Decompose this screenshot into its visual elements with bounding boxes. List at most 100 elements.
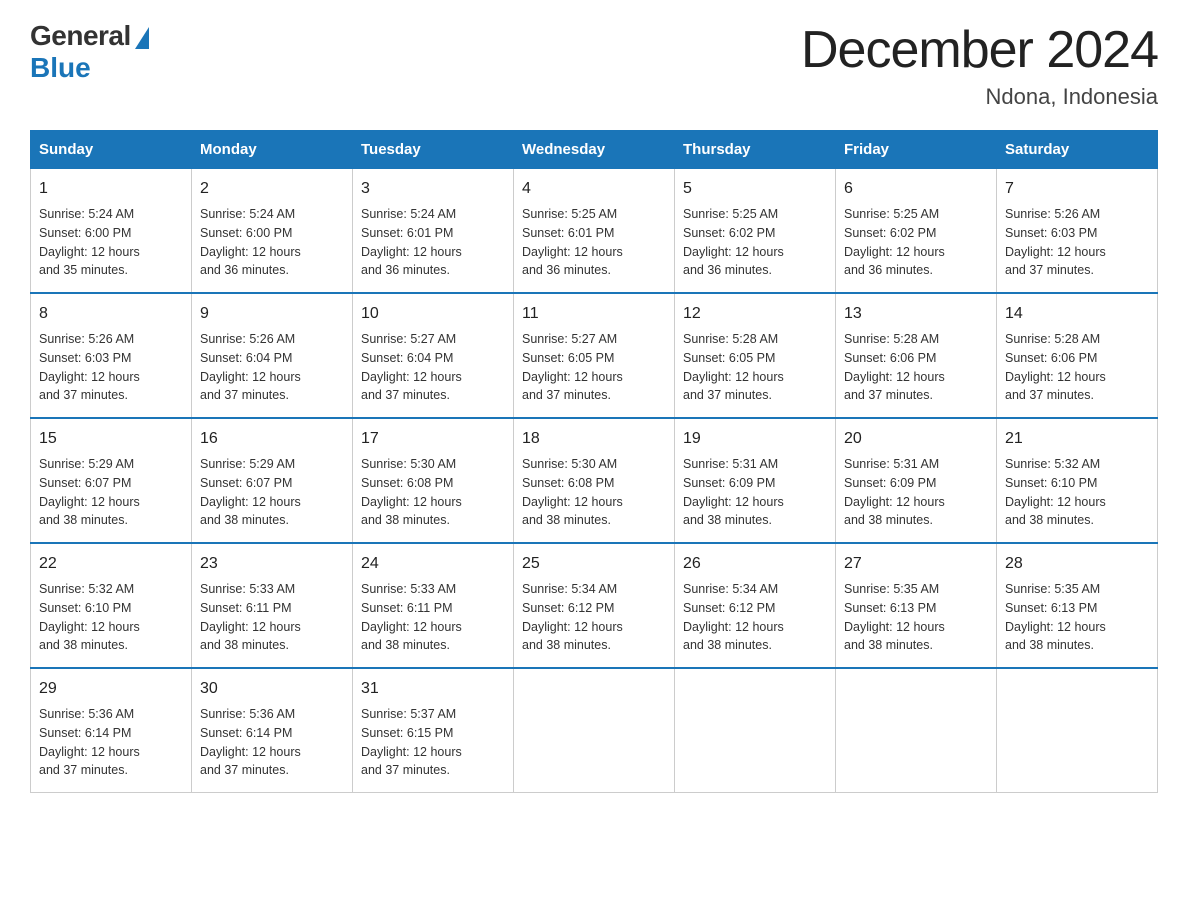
weekday-header-row: SundayMondayTuesdayWednesdayThursdayFrid… (31, 131, 1158, 169)
calendar-cell (836, 668, 997, 793)
calendar-cell: 23Sunrise: 5:33 AMSunset: 6:11 PMDayligh… (192, 543, 353, 668)
day-info: Sunrise: 5:29 AMSunset: 6:07 PMDaylight:… (200, 455, 344, 530)
day-number: 8 (39, 302, 183, 326)
day-number: 27 (844, 552, 988, 576)
calendar-cell: 28 Sunrise: 5:35 AMSunset: 6:13 PMDayligh… (997, 543, 1158, 668)
calendar-cell: 7Sunrise: 5:26 AMSunset: 6:03 PMDaylight… (997, 169, 1158, 294)
day-info: Sunrise: 5:36 AMSunset: 6:14 PMDaylight:… (39, 705, 183, 780)
day-number: 20 (844, 427, 988, 451)
calendar-cell: 31 Sunrise: 5:37 AMSunset: 6:15 PMDayligh… (353, 668, 514, 793)
calendar-cell: 14 Sunrise: 5:28 AMSunset: 6:06 PMDayligh… (997, 293, 1158, 418)
day-info: Sunrise: 5:34 AMSunset: 6:12 PMDaylight:… (522, 580, 666, 655)
calendar-cell: 30Sunrise: 5:36 AMSunset: 6:14 PMDayligh… (192, 668, 353, 793)
day-number: 3 (361, 177, 505, 201)
day-info: Sunrise: 5:26 AMSunset: 6:03 PMDaylight:… (1005, 205, 1149, 280)
day-number: 15 (39, 427, 183, 451)
day-number: 5 (683, 177, 827, 201)
logo-blue-text: Blue (30, 52, 91, 84)
calendar-location: Ndona, Indonesia (801, 84, 1158, 110)
day-number: 11 (522, 302, 666, 326)
day-info: Sunrise: 5:27 AMSunset: 6:04 PMDaylight:… (361, 330, 505, 405)
calendar-cell: 10 Sunrise: 5:27 AMSunset: 6:04 PMDayligh… (353, 293, 514, 418)
day-info: Sunrise: 5:24 AMSunset: 6:00 PMDaylight:… (200, 205, 344, 280)
weekday-header-wednesday: Wednesday (514, 131, 675, 169)
calendar-row-1: 1 Sunrise: 5:24 AMSunset: 6:00 PMDaylight… (31, 169, 1158, 294)
day-number: 28 (1005, 552, 1149, 576)
day-number: 24 (361, 552, 505, 576)
calendar-cell: 6 Sunrise: 5:25 AMSunset: 6:02 PMDaylight… (836, 169, 997, 294)
calendar-cell: 27 Sunrise: 5:35 AMSunset: 6:13 PMDayligh… (836, 543, 997, 668)
day-number: 16 (200, 427, 344, 451)
day-info: Sunrise: 5:29 AMSunset: 6:07 PMDaylight:… (39, 455, 183, 530)
calendar-cell: 4Sunrise: 5:25 AMSunset: 6:01 PMDaylight… (514, 169, 675, 294)
day-info: Sunrise: 5:25 AMSunset: 6:02 PMDaylight:… (844, 205, 988, 280)
logo-triangle-icon (135, 27, 149, 49)
day-number: 2 (200, 177, 344, 201)
day-info: Sunrise: 5:24 AMSunset: 6:01 PMDaylight:… (361, 205, 505, 280)
calendar-cell: 19Sunrise: 5:31 AMSunset: 6:09 PMDayligh… (675, 418, 836, 543)
day-info: Sunrise: 5:27 AMSunset: 6:05 PMDaylight:… (522, 330, 666, 405)
day-info: Sunrise: 5:28 AMSunset: 6:06 PMDaylight:… (844, 330, 988, 405)
page-header: General Blue December 2024 Ndona, Indone… (30, 20, 1158, 110)
day-info: Sunrise: 5:32 AMSunset: 6:10 PMDaylight:… (39, 580, 183, 655)
calendar-cell: 11 Sunrise: 5:27 AMSunset: 6:05 PMDayligh… (514, 293, 675, 418)
day-number: 31 (361, 677, 505, 701)
day-info: Sunrise: 5:32 AMSunset: 6:10 PMDaylight:… (1005, 455, 1149, 530)
day-info: Sunrise: 5:35 AMSunset: 6:13 PMDaylight:… (844, 580, 988, 655)
day-number: 10 (361, 302, 505, 326)
day-info: Sunrise: 5:25 AMSunset: 6:01 PMDaylight:… (522, 205, 666, 280)
day-number: 19 (683, 427, 827, 451)
day-number: 21 (1005, 427, 1149, 451)
day-info: Sunrise: 5:37 AMSunset: 6:15 PMDaylight:… (361, 705, 505, 780)
calendar-cell: 8 Sunrise: 5:26 AMSunset: 6:03 PMDaylight… (31, 293, 192, 418)
logo-top: General (30, 20, 151, 52)
day-info: Sunrise: 5:30 AMSunset: 6:08 PMDaylight:… (361, 455, 505, 530)
day-number: 26 (683, 552, 827, 576)
day-number: 18 (522, 427, 666, 451)
title-block: December 2024 Ndona, Indonesia (801, 20, 1158, 110)
day-number: 22 (39, 552, 183, 576)
calendar-cell: 5 Sunrise: 5:25 AMSunset: 6:02 PMDaylight… (675, 169, 836, 294)
calendar-row-3: 15 Sunrise: 5:29 AMSunset: 6:07 PMDayligh… (31, 418, 1158, 543)
calendar-cell: 16 Sunrise: 5:29 AMSunset: 6:07 PMDayligh… (192, 418, 353, 543)
day-info: Sunrise: 5:36 AMSunset: 6:14 PMDaylight:… (200, 705, 344, 780)
day-info: Sunrise: 5:26 AMSunset: 6:03 PMDaylight:… (39, 330, 183, 405)
weekday-header-monday: Monday (192, 131, 353, 169)
calendar-cell (514, 668, 675, 793)
day-number: 6 (844, 177, 988, 201)
calendar-row-2: 8 Sunrise: 5:26 AMSunset: 6:03 PMDaylight… (31, 293, 1158, 418)
day-number: 14 (1005, 302, 1149, 326)
weekday-header-thursday: Thursday (675, 131, 836, 169)
day-number: 13 (844, 302, 988, 326)
calendar-cell (997, 668, 1158, 793)
weekday-header-friday: Friday (836, 131, 997, 169)
calendar-cell: 25 Sunrise: 5:34 AMSunset: 6:12 PMDayligh… (514, 543, 675, 668)
day-info: Sunrise: 5:25 AMSunset: 6:02 PMDaylight:… (683, 205, 827, 280)
calendar-cell: 17Sunrise: 5:30 AMSunset: 6:08 PMDayligh… (353, 418, 514, 543)
day-info: Sunrise: 5:28 AMSunset: 6:05 PMDaylight:… (683, 330, 827, 405)
day-info: Sunrise: 5:34 AMSunset: 6:12 PMDaylight:… (683, 580, 827, 655)
day-number: 12 (683, 302, 827, 326)
day-info: Sunrise: 5:33 AMSunset: 6:11 PMDaylight:… (200, 580, 344, 655)
calendar-cell: 13 Sunrise: 5:28 AMSunset: 6:06 PMDayligh… (836, 293, 997, 418)
calendar-cell: 15 Sunrise: 5:29 AMSunset: 6:07 PMDayligh… (31, 418, 192, 543)
logo-general-text: General (30, 20, 131, 52)
weekday-header-tuesday: Tuesday (353, 131, 514, 169)
day-info: Sunrise: 5:31 AMSunset: 6:09 PMDaylight:… (844, 455, 988, 530)
day-info: Sunrise: 5:28 AMSunset: 6:06 PMDaylight:… (1005, 330, 1149, 405)
calendar-cell: 9 Sunrise: 5:26 AMSunset: 6:04 PMDaylight… (192, 293, 353, 418)
day-info: Sunrise: 5:35 AMSunset: 6:13 PMDaylight:… (1005, 580, 1149, 655)
calendar-cell: 3 Sunrise: 5:24 AMSunset: 6:01 PMDaylight… (353, 169, 514, 294)
day-number: 29 (39, 677, 183, 701)
weekday-header-saturday: Saturday (997, 131, 1158, 169)
calendar-row-4: 22 Sunrise: 5:32 AMSunset: 6:10 PMDayligh… (31, 543, 1158, 668)
day-info: Sunrise: 5:26 AMSunset: 6:04 PMDaylight:… (200, 330, 344, 405)
day-number: 9 (200, 302, 344, 326)
day-number: 1 (39, 177, 183, 201)
day-info: Sunrise: 5:30 AMSunset: 6:08 PMDaylight:… (522, 455, 666, 530)
calendar-cell (675, 668, 836, 793)
calendar-cell: 24Sunrise: 5:33 AMSunset: 6:11 PMDayligh… (353, 543, 514, 668)
day-number: 25 (522, 552, 666, 576)
calendar-cell: 2 Sunrise: 5:24 AMSunset: 6:00 PMDaylight… (192, 169, 353, 294)
calendar-cell: 29 Sunrise: 5:36 AMSunset: 6:14 PMDayligh… (31, 668, 192, 793)
